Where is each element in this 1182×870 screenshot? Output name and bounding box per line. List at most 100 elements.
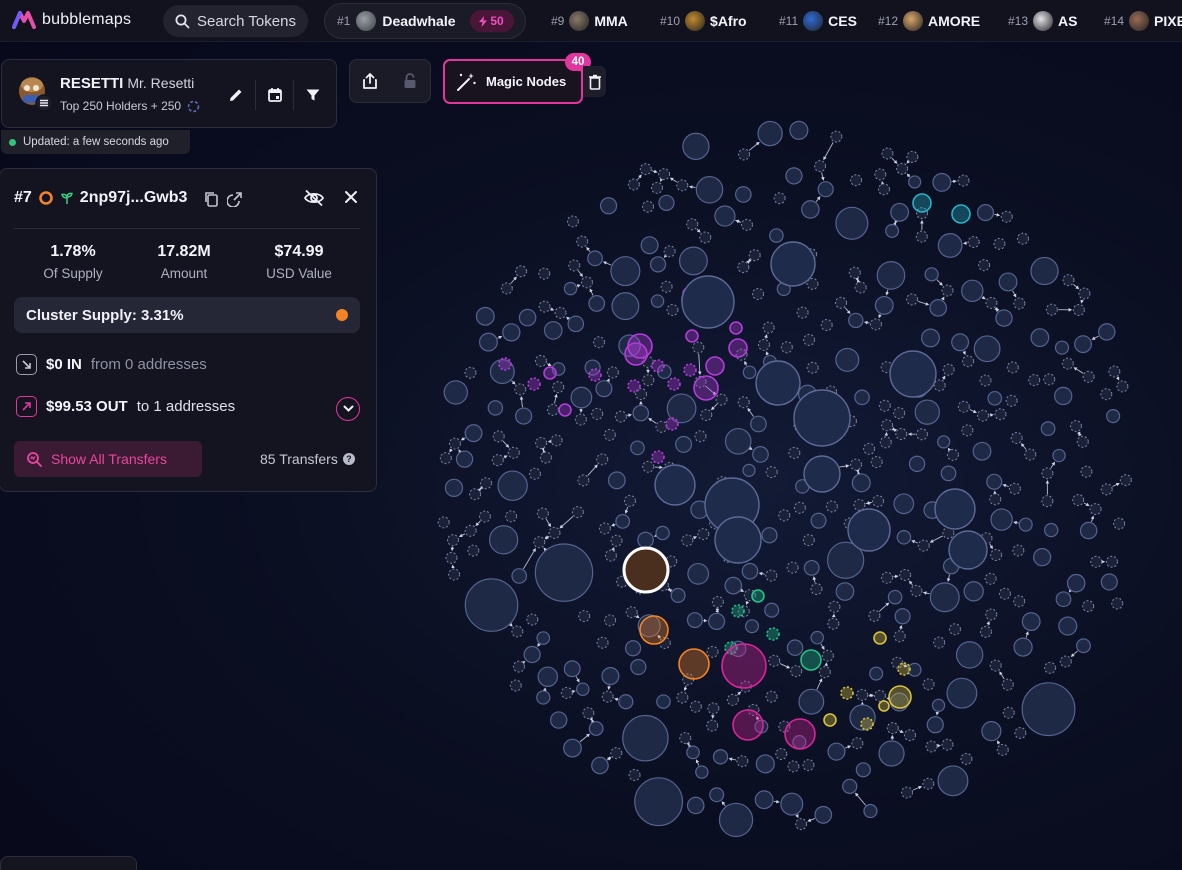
holder-bubble[interactable] (1005, 394, 1018, 407)
green-cluster-bubble[interactable] (766, 627, 780, 641)
holder-bubble[interactable] (1018, 517, 1033, 532)
holder-bubble[interactable] (835, 347, 860, 372)
holder-bubble[interactable] (910, 584, 923, 597)
holder-bubble[interactable] (610, 256, 641, 287)
purple-cluster-bubble[interactable] (588, 368, 602, 382)
holder-bubble[interactable] (940, 465, 957, 482)
holder-bubble[interactable] (445, 551, 458, 564)
holder-bubble[interactable] (921, 328, 940, 348)
holder-bubble[interactable] (869, 666, 884, 681)
holder-bubble[interactable] (1045, 303, 1058, 316)
holder-bubble[interactable] (682, 132, 710, 161)
holder-bubble[interactable] (996, 743, 1009, 756)
trending-token-5[interactable]: #13 AS (1008, 11, 1077, 31)
yellow-cluster-bubble[interactable] (888, 685, 912, 709)
holder-bubble[interactable] (915, 230, 928, 243)
magic-nodes-button[interactable]: Magic Nodes (443, 59, 583, 104)
yellow-cluster-bubble[interactable] (823, 713, 837, 727)
holder-bubble[interactable] (810, 583, 823, 596)
holder-bubble[interactable] (737, 396, 750, 409)
holder-bubble[interactable] (614, 410, 627, 423)
holder-bubble[interactable] (670, 587, 686, 603)
holder-bubble[interactable] (878, 399, 891, 412)
holder-bubble[interactable] (979, 374, 992, 387)
holder-bubble[interactable] (962, 355, 975, 368)
holder-bubble[interactable] (801, 200, 820, 219)
purple-cluster-bubble[interactable] (685, 329, 699, 343)
holder-bubble[interactable] (1100, 573, 1118, 591)
holder-bubble[interactable] (802, 534, 815, 547)
holder-bubble[interactable] (788, 446, 801, 459)
holder-bubble[interactable] (675, 435, 693, 453)
holder-bubble[interactable] (937, 765, 969, 797)
holder-bubble[interactable] (591, 756, 609, 775)
holder-bubble[interactable] (601, 667, 620, 686)
holder-bubble[interactable] (740, 218, 753, 231)
purple-cluster-bubble[interactable] (627, 333, 653, 359)
holder-bubble[interactable] (993, 237, 1006, 250)
selected-wallet-bubble[interactable] (622, 546, 670, 594)
holder-bubble[interactable] (634, 777, 684, 827)
green-cluster-bubble[interactable] (731, 604, 745, 618)
holder-bubble[interactable] (785, 167, 803, 185)
holder-bubble[interactable] (761, 527, 778, 544)
holder-bubble[interactable] (873, 689, 886, 702)
holder-bubble[interactable] (577, 474, 590, 487)
large-holder-bubble[interactable] (654, 464, 696, 506)
hide-eye-icon[interactable] (303, 189, 325, 207)
holder-bubble[interactable] (455, 450, 474, 468)
holder-bubble[interactable] (480, 477, 493, 490)
holder-bubble[interactable] (464, 424, 483, 443)
holder-bubble[interactable] (1013, 297, 1026, 310)
purple-cluster-bubble[interactable] (693, 375, 719, 401)
holder-bubble[interactable] (618, 694, 634, 710)
holder-bubble[interactable] (475, 306, 495, 326)
holder-bubble[interactable] (1012, 544, 1025, 557)
holder-bubble[interactable] (576, 235, 589, 248)
holder-bubble[interactable] (518, 308, 537, 327)
holder-bubble[interactable] (802, 759, 815, 772)
trending-token-4[interactable]: #12 AMORE (878, 11, 980, 31)
holder-bubble[interactable] (742, 365, 757, 380)
holder-bubble[interactable] (786, 639, 804, 656)
edit-button[interactable] (217, 80, 255, 110)
holder-bubble[interactable] (604, 614, 617, 627)
holder-bubble[interactable] (1100, 483, 1113, 496)
holder-bubble[interactable] (491, 454, 504, 467)
holder-bubble[interactable] (1010, 431, 1023, 444)
holder-bubble[interactable] (1079, 521, 1098, 540)
holder-bubble[interactable] (941, 284, 954, 297)
purple-cluster-bubble[interactable] (651, 359, 665, 373)
holder-bubble[interactable] (863, 442, 876, 455)
holder-bubble[interactable] (896, 162, 909, 175)
purple-cluster-bubble[interactable] (651, 450, 665, 464)
holder-bubble[interactable] (1059, 655, 1072, 668)
holder-bubble[interactable] (624, 640, 642, 657)
holder-bubble[interactable] (625, 606, 638, 619)
large-holder-bubble[interactable] (714, 516, 762, 564)
holder-bubble[interactable] (467, 544, 480, 557)
expand-outflow-button[interactable] (336, 397, 360, 421)
holder-bubble[interactable] (1078, 287, 1091, 300)
holder-bubble[interactable] (754, 790, 774, 810)
holder-bubble[interactable] (1028, 374, 1041, 387)
holder-bubble[interactable] (469, 488, 482, 501)
holder-bubble[interactable] (906, 150, 919, 163)
holder-bubble[interactable] (890, 202, 910, 222)
holder-bubble[interactable] (990, 549, 1003, 562)
external-link-icon[interactable] (227, 191, 243, 207)
holder-bubble[interactable] (1044, 522, 1059, 538)
holder-bubble[interactable] (924, 267, 939, 282)
holder-bubble[interactable] (972, 441, 992, 461)
holder-bubble[interactable] (1113, 517, 1126, 530)
holder-bubble[interactable] (917, 539, 930, 552)
holder-bubble[interactable] (1033, 548, 1052, 567)
holder-bubble[interactable] (666, 303, 679, 316)
holder-bubble[interactable] (655, 525, 670, 541)
holder-bubble[interactable] (961, 424, 974, 437)
purple-cluster-bubble[interactable] (729, 321, 743, 335)
holder-bubble[interactable] (640, 236, 659, 255)
holder-bubble[interactable] (515, 407, 533, 425)
holder-bubble[interactable] (895, 428, 908, 441)
holder-bubble[interactable] (1111, 597, 1124, 610)
